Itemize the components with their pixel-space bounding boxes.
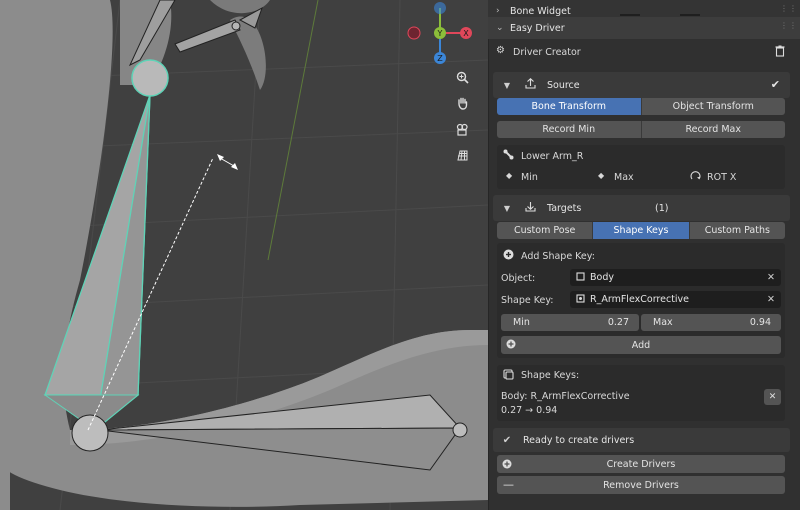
- status-text: Ready to create drivers: [523, 434, 635, 446]
- add-button-label: Add: [631, 339, 651, 351]
- upload-icon: [521, 78, 539, 92]
- chevron-down-icon: ⌄: [496, 23, 504, 33]
- camera-icon[interactable]: [450, 118, 474, 140]
- shape-key-entry-name: Body: R_ArmFlexCorrective: [501, 391, 630, 402]
- create-drivers-button[interactable]: Create Drivers: [497, 455, 785, 473]
- record-buttons: Record Min Record Max: [497, 121, 785, 138]
- tab-shape-keys[interactable]: Shape Keys: [593, 222, 690, 239]
- driver-creator-icon: ⚙: [496, 45, 505, 56]
- add-shape-key-label: Add Shape Key:: [521, 251, 595, 262]
- minus-icon: —: [503, 478, 514, 491]
- tab-custom-pose[interactable]: Custom Pose: [497, 222, 594, 239]
- chevron-right-icon: ›: [496, 6, 500, 16]
- targets-count: (1): [655, 203, 669, 214]
- min-value-slider[interactable]: Min 0.27: [501, 314, 639, 331]
- drag-grip-icon[interactable]: ⋮⋮: [780, 22, 797, 33]
- viewport-nav-tools: [450, 66, 476, 166]
- bone-head-joint[interactable]: [131, 59, 169, 97]
- keyframe-diamond-icon: ◆: [598, 171, 605, 180]
- triangle-down-icon: ▼: [503, 80, 511, 90]
- svg-text:X: X: [463, 29, 469, 38]
- shape-key-field[interactable]: R_ArmFlexCorrective ✕: [570, 291, 781, 308]
- shape-key-entry-range: 0.27 → 0.94: [501, 405, 558, 416]
- bone-widget-label: Bone Widget: [510, 5, 571, 17]
- easy-driver-label: Easy Driver: [510, 22, 565, 34]
- source-label: Source: [547, 79, 580, 91]
- object-field[interactable]: Body ✕: [570, 269, 781, 286]
- max-value-slider[interactable]: Max 0.94: [641, 314, 781, 331]
- record-max-button[interactable]: Record Max: [641, 121, 785, 138]
- max-slider-label: Max: [653, 317, 673, 328]
- move-cursor-icon: [217, 154, 238, 170]
- record-min-button[interactable]: Record Min: [497, 121, 642, 138]
- object-field-value: Body: [590, 272, 614, 283]
- plus-icon: [502, 459, 512, 472]
- source-section-header[interactable]: ▼ Source ✔: [493, 72, 790, 98]
- svg-text:Z: Z: [437, 54, 443, 63]
- grid-icon[interactable]: [450, 144, 474, 166]
- svg-text:Y: Y: [437, 29, 443, 38]
- download-icon: [521, 201, 539, 215]
- source-min-label: Min: [521, 172, 538, 183]
- plus-icon: [506, 339, 516, 352]
- source-bone-name: Lower Arm_R: [521, 151, 584, 162]
- y-axis-line: [267, 0, 319, 261]
- remove-drivers-label: Remove Drivers: [603, 479, 679, 491]
- trash-icon[interactable]: [775, 45, 785, 60]
- close-icon[interactable]: ✕: [767, 272, 775, 283]
- tab-bone-transform[interactable]: Bone Transform: [497, 98, 642, 115]
- create-drivers-label: Create Drivers: [606, 458, 676, 470]
- close-icon[interactable]: ✕: [767, 294, 775, 305]
- min-slider-label: Min: [513, 317, 530, 328]
- viewport-scene: X Y Z: [0, 0, 488, 510]
- targets-section-header[interactable]: ▼ Targets (1): [493, 195, 790, 221]
- close-icon: ✕: [768, 392, 777, 402]
- triangle-down-icon: ▼: [503, 203, 511, 213]
- bone-icon: [503, 149, 514, 163]
- axis-gizmo[interactable]: X Y Z: [407, 2, 472, 64]
- shape-key-field-value: R_ArmFlexCorrective: [590, 294, 690, 305]
- plus-circle-icon: [503, 249, 514, 263]
- 3d-viewport[interactable]: X Y Z: [0, 0, 488, 510]
- zoom-icon[interactable]: [450, 66, 474, 88]
- shape-key-icon: [574, 293, 586, 306]
- checkmark-icon: ✔: [502, 434, 512, 446]
- max-slider-value: 0.94: [749, 317, 771, 328]
- shape-keys-list-icon: [503, 369, 514, 383]
- object-field-label: Object:: [501, 273, 536, 284]
- hand-icon[interactable]: [450, 92, 474, 114]
- shape-keys-list-label: Shape Keys:: [521, 370, 580, 381]
- easy-driver-header[interactable]: ⌄ Easy Driver ⋮⋮: [488, 17, 800, 39]
- add-button[interactable]: Add: [501, 336, 781, 354]
- divider: [620, 14, 640, 16]
- shape-key-field-label: Shape Key:: [501, 295, 554, 306]
- min-slider-value: 0.27: [607, 317, 629, 328]
- rotation-icon: [690, 170, 701, 184]
- tab-object-transform[interactable]: Object Transform: [641, 98, 785, 115]
- keyframe-diamond-icon: ◆: [506, 171, 513, 180]
- tab-custom-paths[interactable]: Custom Paths: [689, 222, 785, 239]
- targets-mode-selector: Custom Pose Shape Keys Custom Paths: [497, 222, 785, 239]
- source-mode-selector: Bone Transform Object Transform: [497, 98, 785, 115]
- remove-entry-button[interactable]: ✕: [764, 389, 781, 405]
- divider: [680, 14, 700, 16]
- status-row: ✔ Ready to create drivers: [493, 428, 790, 452]
- drag-grip-icon[interactable]: ⋮⋮: [780, 5, 797, 16]
- checkmark-icon: ✔: [770, 78, 780, 91]
- remove-drivers-button[interactable]: — Remove Drivers: [497, 476, 785, 494]
- source-channel: ROT X: [707, 172, 737, 183]
- targets-label: Targets: [547, 202, 582, 214]
- object-icon: [574, 271, 586, 284]
- driver-creator-label: Driver Creator: [513, 47, 581, 58]
- source-max-label: Max: [614, 172, 634, 183]
